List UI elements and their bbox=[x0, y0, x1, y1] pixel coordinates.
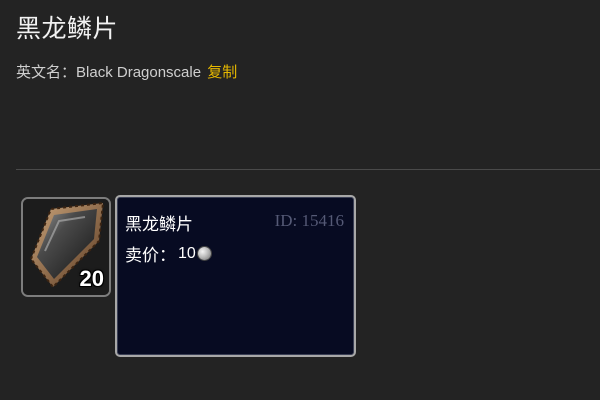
english-name-value: Black Dragonscale bbox=[76, 64, 202, 81]
sell-price-label: 卖价： bbox=[125, 246, 176, 266]
item-title: 黑龙鳞片 bbox=[16, 14, 119, 43]
tooltip-item-id: ID: 15416 bbox=[274, 211, 344, 230]
item-icon-slot[interactable]: 20 bbox=[21, 197, 111, 297]
sell-price-value: 10 bbox=[178, 244, 196, 262]
tooltip-sell-price: 卖价： 10 bbox=[125, 241, 211, 266]
stack-count: 20 bbox=[79, 266, 104, 291]
english-name-row: 英文名：Black Dragonscale 复制 bbox=[16, 61, 237, 82]
english-name-label: 英文名： bbox=[16, 64, 77, 81]
copy-link[interactable]: 复制 bbox=[207, 64, 237, 81]
item-tooltip: 黑龙鳞片 ID: 15416 卖价： 10 bbox=[115, 195, 356, 357]
tooltip-item-name: 黑龙鳞片 bbox=[125, 215, 193, 235]
silver-coin-icon bbox=[197, 247, 211, 260]
section-divider bbox=[16, 169, 600, 170]
